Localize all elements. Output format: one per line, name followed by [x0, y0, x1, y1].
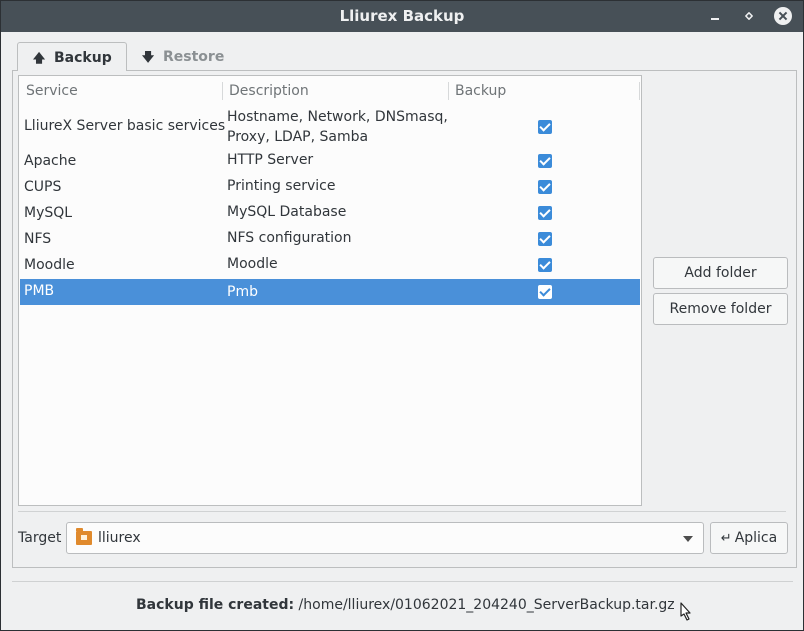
- table-row[interactable]: LliureX Server basic services Hostname, …: [20, 106, 640, 148]
- column-divider[interactable]: [448, 82, 449, 100]
- status-path: /home/lliurex/01062021_204240_ServerBack…: [298, 597, 675, 613]
- tab-restore-label: Restore: [163, 49, 225, 65]
- chevron-down-icon[interactable]: [683, 536, 693, 542]
- description-cell: MySQL Database: [227, 204, 347, 220]
- status-separator: [12, 581, 793, 582]
- table-row[interactable]: NFS NFS configuration: [20, 227, 640, 253]
- service-cell: PMB: [24, 283, 55, 299]
- target-value: lliurex: [98, 530, 141, 546]
- tab-backup[interactable]: 🡅 Backup: [17, 42, 127, 71]
- service-cell: LliureX Server basic services: [24, 118, 226, 134]
- column-header-description[interactable]: Description: [229, 83, 309, 99]
- description-cell: HTTP Server: [227, 152, 314, 168]
- window-title: Lliurex Backup: [339, 7, 465, 25]
- remove-folder-button[interactable]: Remove folder: [653, 293, 788, 325]
- return-arrow-icon: ↵: [720, 531, 732, 546]
- home-folder-icon: [76, 528, 92, 545]
- apply-button-label: Aplica: [734, 530, 778, 546]
- close-button[interactable]: [774, 7, 792, 25]
- target-label: Target: [18, 530, 62, 546]
- table-row[interactable]: CUPS Printing service: [20, 175, 640, 201]
- backup-checkbox[interactable]: [538, 206, 552, 220]
- table-row[interactable]: Apache HTTP Server: [20, 149, 640, 175]
- tab-backup-label: Backup: [54, 50, 112, 66]
- service-cell: CUPS: [24, 179, 62, 195]
- column-divider[interactable]: [639, 82, 640, 100]
- table-row[interactable]: Moodle Moodle: [20, 253, 640, 279]
- description-cell: Printing service: [227, 178, 336, 194]
- description-cell: NFS configuration: [227, 230, 352, 246]
- target-select[interactable]: lliurex: [66, 522, 704, 554]
- column-header-service[interactable]: Service: [26, 83, 78, 99]
- description-cell: Hostname, Network, DNSmasq, Proxy, LDAP, …: [227, 107, 448, 147]
- status-message: Backup file created: /home/lliurex/01062…: [136, 597, 675, 613]
- backup-checkbox[interactable]: [538, 232, 552, 246]
- backup-checkbox[interactable]: [538, 258, 552, 272]
- up-arrow-icon: 🡅: [32, 51, 46, 65]
- tab-restore[interactable]: 🡇 Restore: [129, 42, 239, 71]
- table-header: Service Description Backup: [20, 77, 640, 105]
- service-cell: Apache: [24, 153, 77, 169]
- maximize-button[interactable]: [741, 8, 757, 24]
- service-cell: MySQL: [24, 205, 73, 221]
- description-line: Proxy, LDAP, Samba: [227, 129, 369, 145]
- service-cell: NFS: [24, 231, 52, 247]
- add-folder-button[interactable]: Add folder: [653, 257, 788, 289]
- maximize-icon: [744, 11, 754, 21]
- service-cell: Moodle: [24, 257, 75, 273]
- backup-checkbox[interactable]: [538, 154, 552, 168]
- backup-checkbox[interactable]: [538, 180, 552, 194]
- column-divider[interactable]: [222, 82, 223, 100]
- down-arrow-icon: 🡇: [141, 50, 155, 64]
- apply-button[interactable]: ↵ Aplica: [710, 522, 788, 554]
- backup-checkbox[interactable]: [538, 285, 552, 299]
- description-cell: Pmb: [227, 284, 258, 300]
- column-header-backup[interactable]: Backup: [455, 83, 506, 99]
- description-cell: Moodle: [227, 256, 278, 272]
- main-window: Lliurex Backup 🡅 Backup 🡇 Restore Service …: [0, 0, 804, 631]
- title-bar[interactable]: Lliurex Backup: [1, 1, 803, 32]
- table-row[interactable]: MySQL MySQL Database: [20, 201, 640, 227]
- backup-checkbox[interactable]: [538, 120, 552, 134]
- services-table[interactable]: Service Description Backup LliureX Serve…: [18, 75, 642, 506]
- mouse-cursor-icon: [680, 602, 691, 621]
- description-line: Hostname, Network, DNSmasq,: [227, 109, 448, 125]
- status-prefix: Backup file created:: [136, 597, 295, 613]
- separator: [18, 511, 786, 512]
- table-row-selected[interactable]: PMB Pmb: [20, 279, 640, 305]
- minimize-button[interactable]: [707, 8, 723, 24]
